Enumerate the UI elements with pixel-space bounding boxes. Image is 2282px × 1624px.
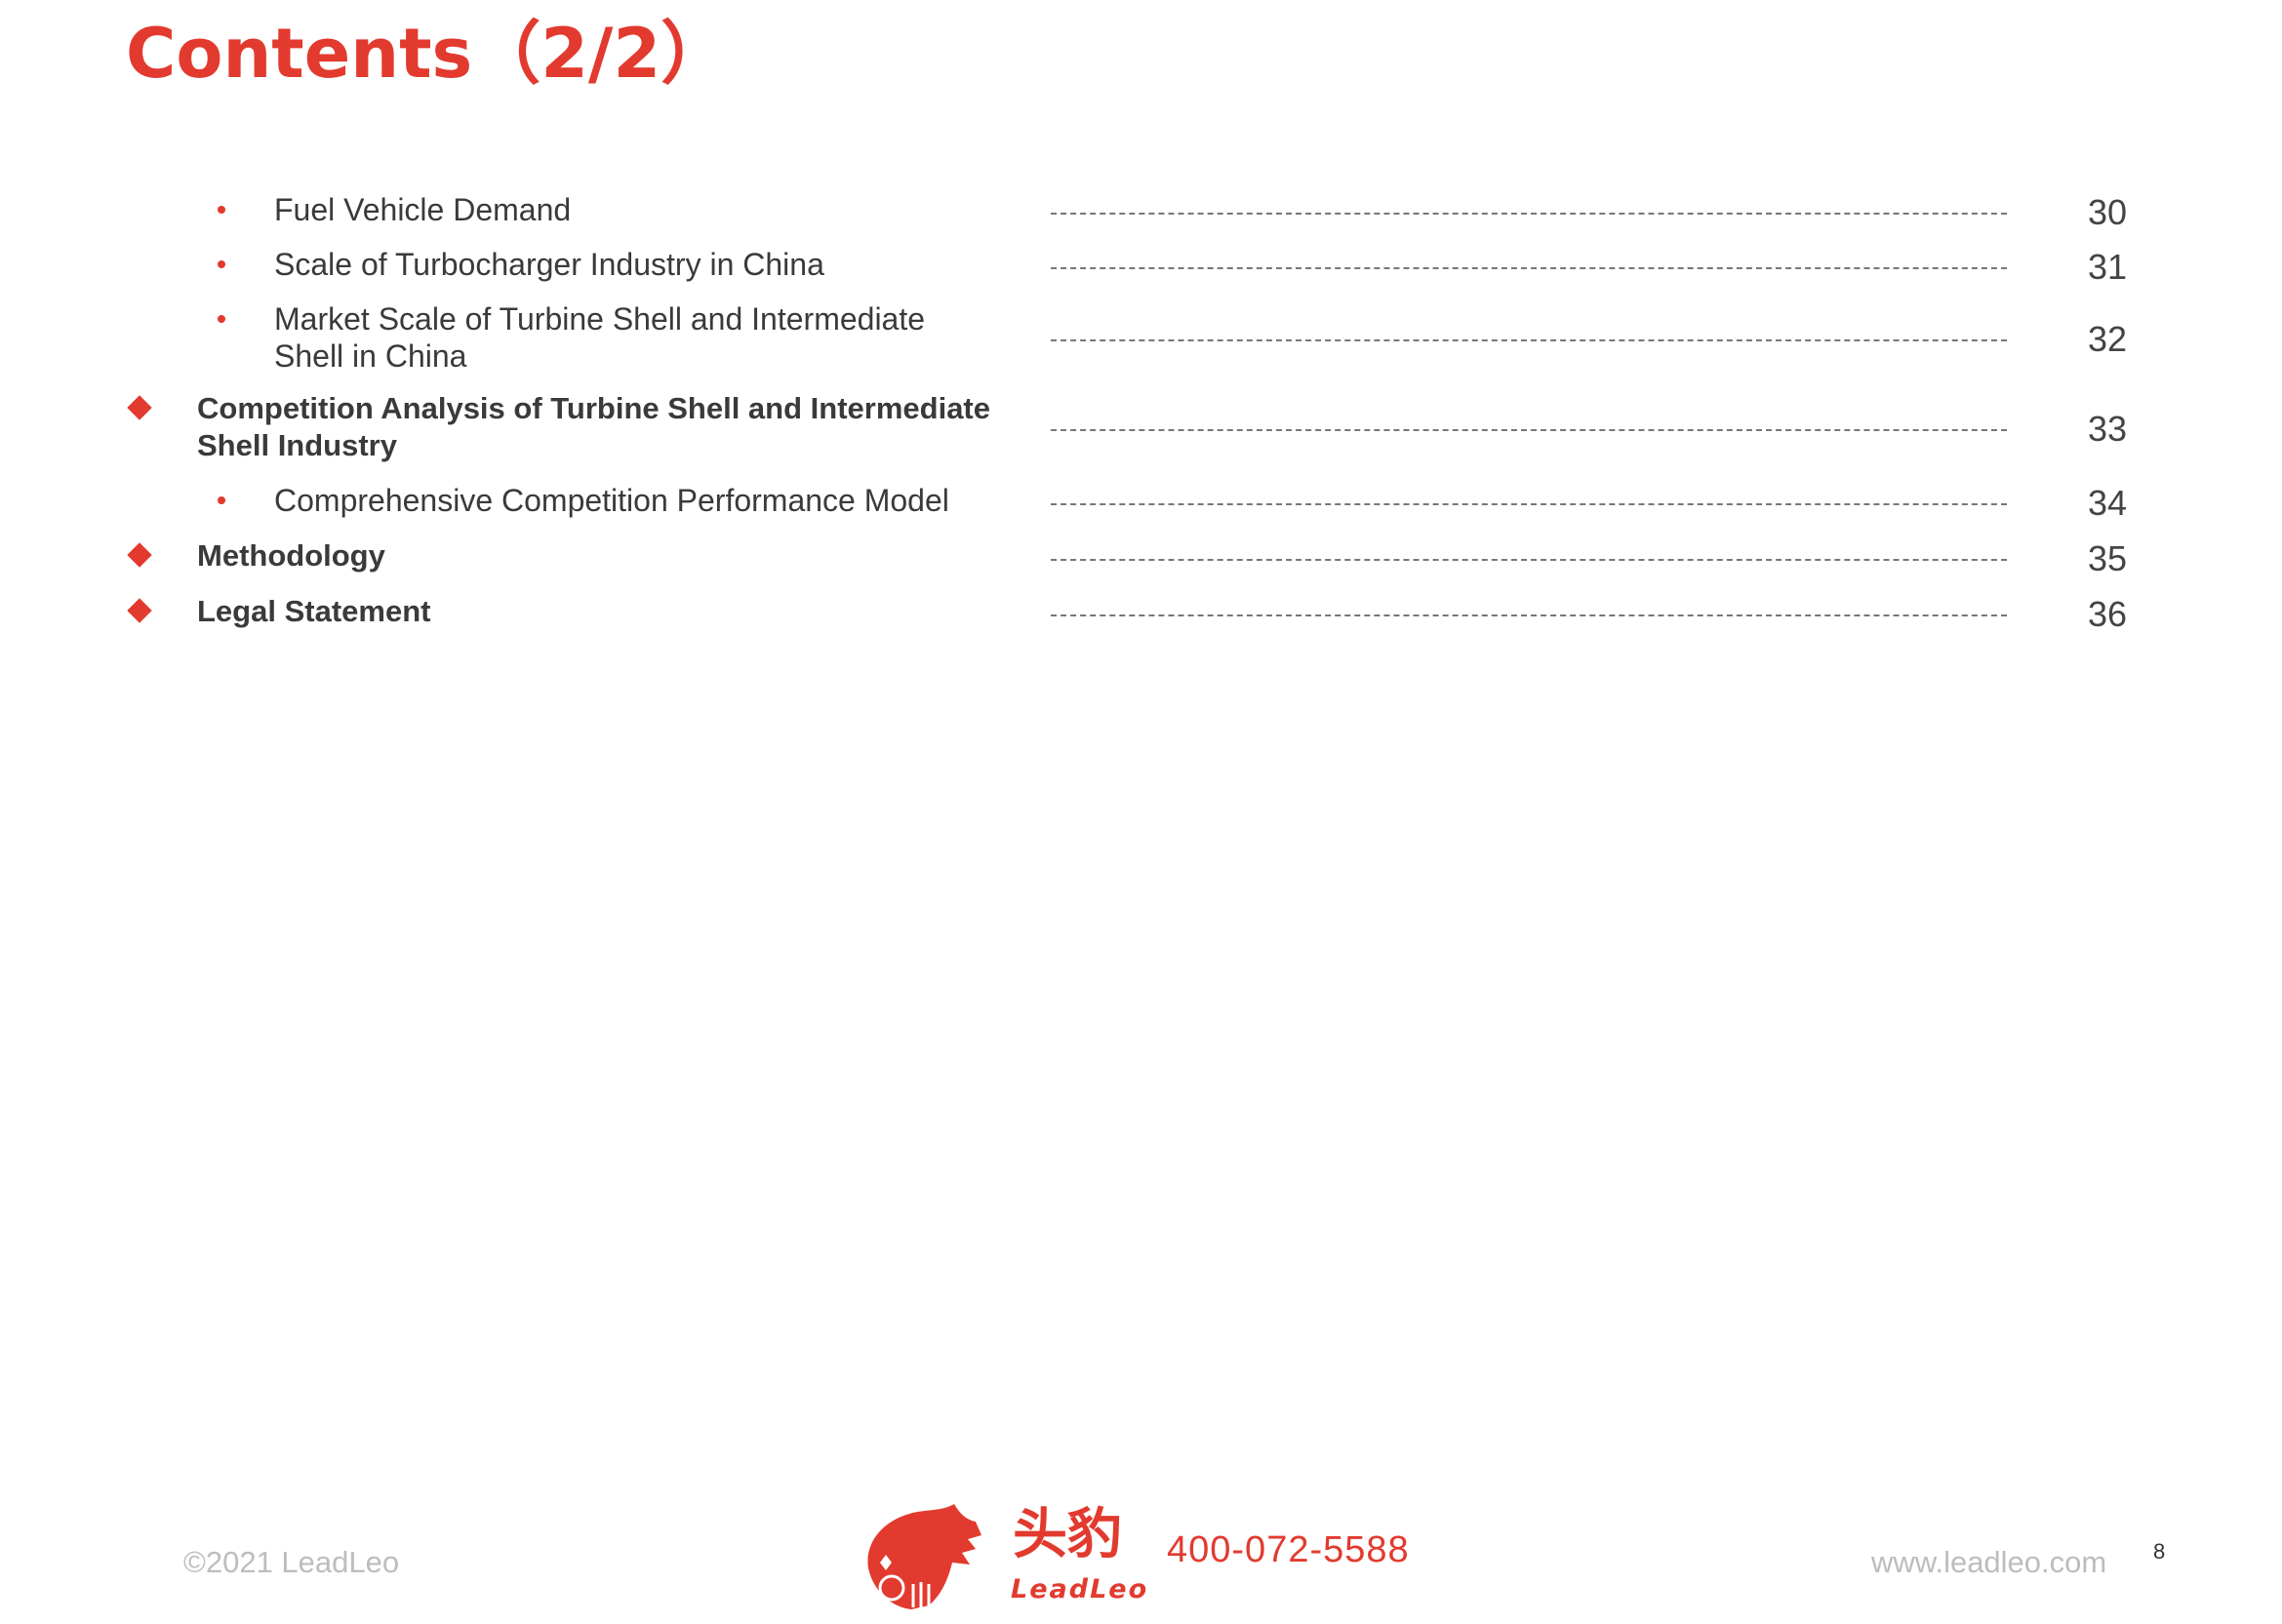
toc-item-label: Scale of Turbocharger Industry in China bbox=[274, 247, 824, 282]
toc-item-label: Methodology bbox=[197, 538, 385, 573]
leopard-logo-icon: 头豹 LeadLeo bbox=[867, 1503, 1148, 1609]
footer-copyright: ©2021 LeadLeo bbox=[183, 1545, 400, 1579]
toc-item-label: Market Scale of Turbine Shell and Interm… bbox=[274, 301, 926, 374]
toc-item-page: 32 bbox=[2087, 319, 2127, 359]
toc-item-label: Competition Analysis of Turbine Shell an… bbox=[197, 391, 990, 462]
dotted-leader bbox=[1051, 339, 2007, 341]
toc-item-page: 30 bbox=[2087, 192, 2127, 232]
toc-item-page: 35 bbox=[2087, 538, 2127, 578]
leadleo-logo: 头豹 LeadLeo bbox=[855, 1492, 1157, 1624]
toc-item-label: Fuel Vehicle Demand bbox=[274, 192, 572, 227]
footer-page-number: 8 bbox=[2153, 1539, 2166, 1564]
footer-website[interactable]: www.leadleo.com bbox=[1871, 1545, 2106, 1580]
toc-item-label: Comprehensive Competition Performance Mo… bbox=[274, 483, 949, 518]
dotted-leader bbox=[1051, 429, 2007, 431]
toc-item-page: 34 bbox=[2087, 483, 2127, 523]
bullet-icon bbox=[218, 206, 225, 214]
logo-chinese-text: 头豹 bbox=[1013, 1503, 1122, 1566]
footer-phone: 400-072-5588 bbox=[1167, 1529, 1410, 1570]
diamond-bullet-icon bbox=[127, 542, 152, 568]
dotted-leader bbox=[1051, 503, 2007, 505]
dotted-leader bbox=[1051, 213, 2007, 215]
page-title: Contents（2/2） bbox=[126, 14, 730, 94]
toc-item-label: Legal Statement bbox=[197, 594, 431, 628]
toc-item-page: 33 bbox=[2087, 409, 2127, 449]
bullet-icon bbox=[218, 496, 225, 504]
logo-english-text: LeadLeo bbox=[1011, 1574, 1148, 1604]
dotted-leader bbox=[1051, 267, 2007, 269]
bullet-icon bbox=[218, 315, 225, 323]
dotted-leader bbox=[1051, 614, 2007, 616]
toc-item-page: 36 bbox=[2087, 594, 2127, 634]
diamond-bullet-icon bbox=[127, 395, 152, 420]
toc-item-page: 31 bbox=[2087, 247, 2127, 287]
bullet-icon bbox=[218, 260, 225, 268]
dotted-leader bbox=[1051, 559, 2007, 561]
diamond-bullet-icon bbox=[127, 598, 152, 623]
